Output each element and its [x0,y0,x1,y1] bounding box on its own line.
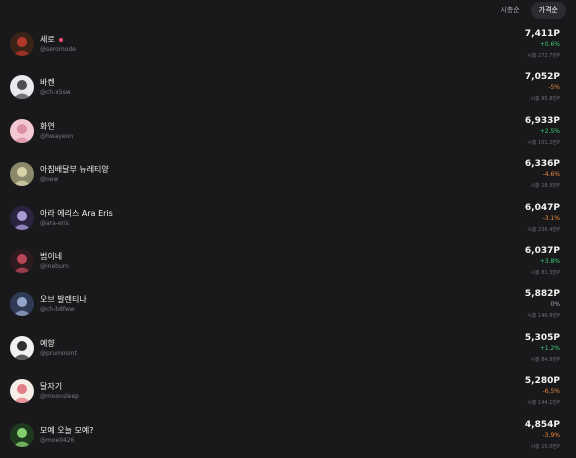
avatar-moonsleep[interactable] [10,379,34,404]
price-change: +2.5% [539,127,560,135]
streamer-name[interactable]: 아라 에리스 Ara Eris [40,208,113,219]
streamer-handle: @new [40,176,59,184]
streamer-name-text: 화연 [40,121,55,131]
price-change: -5% [548,84,560,92]
avatar-ara-eris[interactable] [10,205,34,230]
market-cap: 시총 15.0만P [530,443,560,450]
list-item[interactable]: 모예 오늘 모예? @moe0426 4,854P -3.9% 시총 15.0만P [0,415,576,458]
price-value: 5,280P [524,376,560,387]
streamer-name-text: 아침배달부 뉴레티양 [40,165,109,175]
price-change: +1.2% [539,344,560,352]
avatar-ineburn[interactable] [10,248,34,273]
price-change: 0% [550,301,560,309]
price-value: 7,052P [524,72,560,83]
avatar-new[interactable] [10,162,34,187]
streamer-name-text: 범이네 [40,251,63,261]
list-item[interactable]: 아라 에리스 Ara Eris @ara-eris 6,047P -3.1% 시총 23… [0,198,576,241]
list-item[interactable]: 달자기 @moonsleep 5,280P -6.5% 시총 144.1만P [0,371,576,414]
streamer-name[interactable]: 오브 발렌티나 [40,294,87,305]
tab-sort-price[interactable]: 가격순 [530,2,566,19]
tab-sort-market-cap[interactable]: 시총순 [492,2,527,19]
streamer-handle: @hwayeon [40,132,74,140]
streamer-name[interactable]: 바켄 [40,77,55,88]
list-item[interactable]: 세로 @seromode 7,411P +0.6% 시총 272.7만P [0,24,576,67]
price-value: 6,037P [524,245,560,256]
avatar-moe[interactable] [10,422,34,447]
streamer-handle: @ineburn [40,262,69,270]
top-bar: 시총순 가격순 [0,0,576,24]
list-item[interactable]: 바켄 @ch-x5sw 7,052P -5% 시총 95.8만P [0,67,576,110]
price-value: 6,336P [524,159,560,170]
streamer-handle: @ara-eris [40,219,69,227]
market-cap: 시총 101.2만P [527,139,560,146]
streamer-name[interactable]: 화연 [40,121,55,132]
price-change: -6.5% [542,388,560,396]
price-change: -3.9% [542,431,560,439]
price-change: +3.8% [539,257,560,265]
streamer-name[interactable]: 달자기 [40,381,62,392]
market-cap: 시총 272.7만P [527,53,560,59]
price-value: 7,411P [524,29,560,39]
streamer-handle: @seromode [40,46,76,53]
streamer-handle: @prumosmt [40,349,77,357]
sort-tabs: 시총순 가격순 [492,2,566,19]
price-value: 5,305P [524,332,560,343]
streamer-price-list: 세로 @seromode 7,411P +0.6% 시총 272.7만P 바켄 @ch-x5… [0,24,576,458]
list-item[interactable]: 범이네 @ineburn 6,037P +3.8% 시총 81.3만P [0,241,576,284]
streamer-handle: @ch-b8fww [40,306,75,314]
streamer-name[interactable]: 모예 오늘 모예? [40,425,94,436]
list-item[interactable]: 예향 @prumosmt 5,305P +1.2% 시총 84.9만P [0,328,576,371]
streamer-handle: @moe0426 [40,436,75,444]
list-item[interactable]: 오브 발렌티나 @ch-b8fww 5,882P 0% 시총 146.8만P [0,284,576,327]
avatar-yehyang[interactable] [10,335,34,360]
streamer-name-text: 세로 [40,35,55,44]
streamer-name-text: 아라 에리스 Ara Eris [40,208,113,218]
live-indicator-icon [58,37,63,42]
streamer-handle: @moonsleep [40,393,79,401]
market-cap: 시총 144.1만P [527,400,560,407]
price-change: +0.6% [539,41,560,48]
avatar-sero[interactable] [10,32,34,56]
list-item[interactable]: 화연 @hwayeon 6,933P +2.5% 시총 101.2만P [0,111,576,154]
streamer-handle: @ch-x5sw [40,89,71,97]
market-cap: 시총 28.5만P [530,183,560,190]
streamer-name-text: 모예 오늘 모예? [40,425,94,435]
streamer-name[interactable]: 예향 [40,338,55,349]
market-cap: 시총 81.3만P [530,269,560,276]
price-value: 5,882P [524,289,560,300]
price-value: 6,047P [524,202,560,213]
price-value: 4,854P [524,419,560,430]
market-cap: 시총 95.8만P [530,96,560,103]
price-change: -4.6% [542,171,560,179]
streamer-name-text: 달자기 [40,382,63,392]
streamer-name-text: 오브 발렌티나 [40,295,87,305]
avatar-hwayeon[interactable] [10,118,34,143]
streamer-name-text: 바켄 [40,78,55,88]
market-cap: 시총 236.4만P [527,226,560,233]
streamer-name[interactable]: 아침배달부 뉴레티양 [40,164,109,175]
streamer-name[interactable]: 세로 [40,34,63,45]
list-item[interactable]: 아침배달부 뉴레티양 @new 6,336P -4.6% 시총 28.5만P [0,154,576,197]
price-change: -3.1% [542,214,560,222]
avatar-valentina[interactable] [10,292,34,317]
market-cap: 시총 84.9만P [530,356,560,363]
avatar-bakeun[interactable] [10,75,34,100]
streamer-name-text: 예향 [40,338,55,348]
price-value: 6,933P [524,115,560,126]
streamer-name[interactable]: 범이네 [40,251,62,262]
market-cap: 시총 146.8만P [527,313,560,320]
